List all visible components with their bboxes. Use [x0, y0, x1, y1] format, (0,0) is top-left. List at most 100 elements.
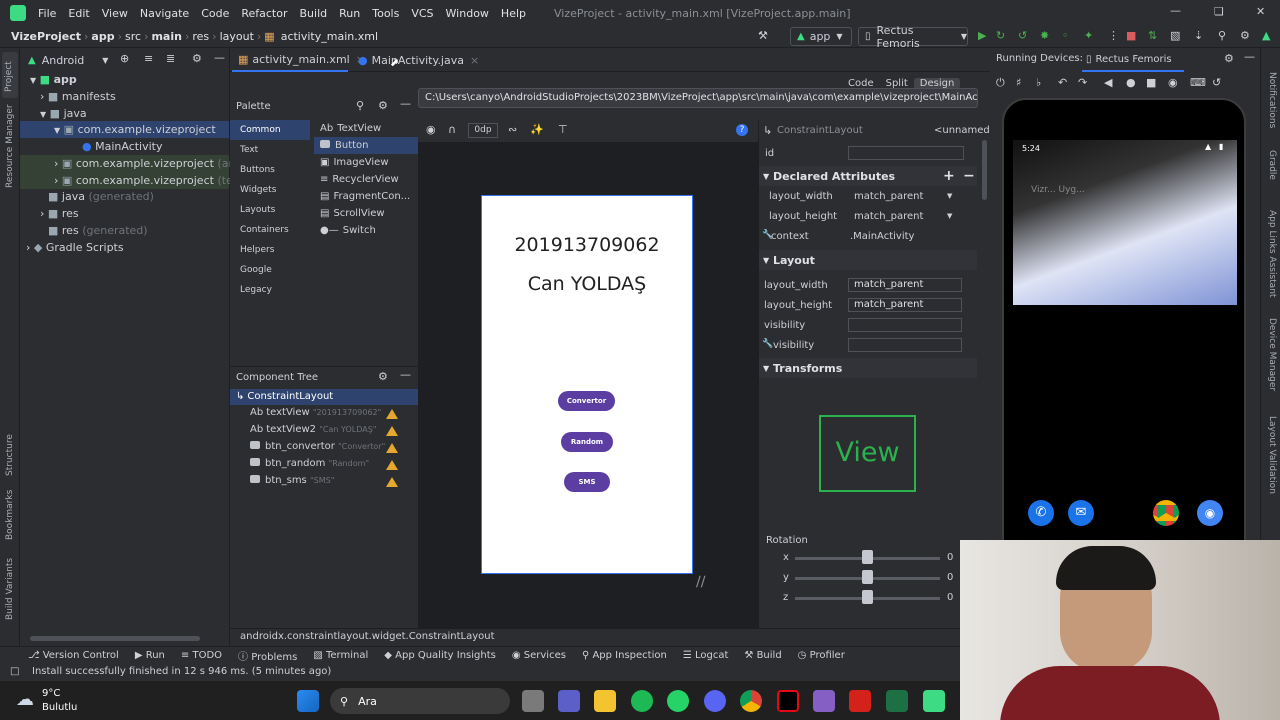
palette-item-textview[interactable]: Ab TextView [314, 120, 418, 137]
layout-height-dropdown[interactable]: match_parent [848, 298, 962, 312]
horizontal-scrollbar[interactable] [30, 636, 200, 641]
netflix-icon[interactable] [777, 690, 799, 712]
phone-app-icon[interactable]: ✆ [1028, 500, 1054, 526]
slider-thumb[interactable] [862, 550, 873, 564]
resize-handle-icon[interactable]: ∕∕ [696, 574, 705, 590]
attach-debugger-icon[interactable]: ✦ [1084, 29, 1093, 42]
component-row[interactable]: Ab textView2 "Can YOLDAŞ" [250, 424, 376, 435]
remove-icon[interactable]: − [963, 168, 975, 184]
menu-navigate[interactable]: Navigate [134, 7, 195, 20]
weather-temp[interactable]: 9°C [42, 688, 60, 699]
attr-value[interactable]: match_parent [854, 211, 923, 222]
tree-item-java[interactable]: ▼ ■ java [40, 107, 87, 120]
code-mode-button[interactable]: Code [842, 78, 880, 89]
palette-item-switch[interactable]: ●— Switch [314, 222, 418, 239]
menu-refactor[interactable]: Refactor [235, 7, 293, 20]
breadcrumb-app[interactable]: app [88, 30, 117, 43]
tree-item-java-generated[interactable]: ■ java (generated) [48, 190, 154, 203]
palette-item-imageview[interactable]: ▣ ImageView [314, 154, 418, 171]
attr-value[interactable]: .MainActivity [850, 231, 914, 242]
menu-help[interactable]: Help [495, 7, 532, 20]
weather-desc[interactable]: Bulutlu [42, 702, 77, 713]
spotify-icon[interactable] [631, 690, 653, 712]
hide-panel-icon[interactable]: — [400, 97, 411, 110]
run-tool[interactable]: ▶ Run [127, 650, 173, 661]
phone-screen[interactable]: 5:24 ▲ ▮ Vizr... Uyg... ✆ ✉ ◉ [1013, 140, 1237, 600]
stop-icon[interactable]: ■ [1126, 29, 1136, 42]
tree-root-row[interactable]: ↳ ConstraintLayout [230, 389, 418, 405]
sdk-manager-icon[interactable]: ⇣ [1194, 29, 1203, 42]
services-tool[interactable]: ◉ Services [504, 650, 574, 661]
warning-icon[interactable] [386, 460, 398, 470]
category-buttons[interactable]: Buttons [230, 160, 310, 180]
taskbar-search[interactable]: ⚲ Ara [330, 688, 510, 714]
collapse-all-icon[interactable]: ≣ [166, 52, 175, 65]
menu-edit[interactable]: Edit [62, 7, 95, 20]
settings-icon[interactable]: ⚙ [1224, 52, 1234, 65]
hide-panel-icon[interactable]: — [1244, 50, 1255, 63]
warning-icon[interactable] [386, 426, 398, 436]
tab-activity-main[interactable]: ▦ activity_main.xml × [232, 48, 365, 72]
debug-icon[interactable]: ✸ [1040, 29, 1049, 42]
category-legacy[interactable]: Legacy [230, 280, 310, 300]
clear-constraints-icon[interactable]: ∾ [508, 123, 517, 136]
device-manager-tool-label[interactable]: Device Manager [1267, 318, 1277, 391]
module-selector[interactable]: ▲ app ▼ [790, 27, 852, 46]
component-row[interactable]: Ab textView "201913709062" [250, 407, 381, 418]
expand-all-icon[interactable]: ≡ [144, 52, 153, 65]
device-tab[interactable]: ▯ Rectus Femoris [1082, 48, 1184, 72]
build-tool[interactable]: ⚒ Build [736, 650, 789, 661]
default-margin-field[interactable]: 0dp [468, 123, 498, 138]
device-mirror-icon[interactable]: ▧ [1170, 29, 1180, 42]
settings-icon[interactable]: ⚙ [378, 370, 388, 383]
component-row[interactable]: btn_convertor "Convertor" [250, 441, 385, 452]
apply-changes-icon[interactable]: ↻ [996, 29, 1005, 42]
breadcrumb-layout[interactable]: layout [217, 30, 257, 43]
breadcrumb-project[interactable]: VizeProject [8, 30, 84, 43]
layout-validation-tool-label[interactable]: Layout Validation [1267, 416, 1277, 494]
acrobat-icon[interactable] [849, 690, 871, 712]
settings-icon[interactable]: ⚙ [1240, 29, 1250, 42]
visibility-dropdown[interactable] [848, 318, 962, 332]
menu-vcs[interactable]: VCS [405, 7, 439, 20]
hide-panel-icon[interactable]: — [400, 368, 411, 381]
tree-item-android-test[interactable]: › ▣ com.example.vizeproject (androi [54, 157, 257, 170]
warning-icon[interactable] [386, 409, 398, 419]
refresh-icon[interactable]: ↺ [1018, 29, 1027, 42]
tools-visibility-dropdown[interactable] [848, 338, 962, 352]
category-text[interactable]: Text [230, 140, 310, 160]
guidelines-icon[interactable]: ⊤ [558, 123, 568, 136]
sync-icon[interactable]: ⇅ [1148, 29, 1157, 42]
component-row[interactable]: btn_sms "SMS" [250, 475, 334, 486]
chevron-down-icon[interactable]: ▼ [947, 212, 952, 220]
more-actions-icon[interactable]: ⋮ [1108, 29, 1119, 42]
search-icon[interactable]: ⚲ [1218, 29, 1226, 42]
windows-start-icon[interactable] [297, 690, 319, 712]
teams-icon[interactable] [558, 690, 580, 712]
gradle-tool-label[interactable]: Gradle [1267, 150, 1277, 180]
whatsapp-icon[interactable] [667, 690, 689, 712]
tree-item-package[interactable]: ▼ ▣ com.example.vizeproject [54, 123, 216, 136]
slider-thumb[interactable] [862, 570, 873, 584]
settings-icon[interactable]: ⚙ [378, 99, 388, 112]
add-icon[interactable]: + [943, 168, 955, 184]
magnet-icon[interactable]: ∩ [448, 123, 456, 136]
id-field[interactable] [848, 146, 964, 160]
split-mode-button[interactable]: Split [880, 78, 914, 89]
file-explorer-icon[interactable] [594, 690, 616, 712]
breadcrumb-file[interactable]: activity_main.xml [278, 30, 381, 43]
menu-file[interactable]: File [32, 7, 62, 20]
layout-section-header[interactable]: ▼ Layout [759, 250, 977, 270]
rotate-left-icon[interactable]: ↶ [1058, 76, 1067, 89]
notifications-tool-label[interactable]: Notifications [1267, 72, 1277, 128]
palette-item-fragment[interactable]: ▤ FragmentCon... [314, 188, 418, 205]
preview-name-text[interactable]: Can YOLDAŞ [482, 273, 692, 295]
hide-panel-icon[interactable]: — [214, 51, 225, 64]
preview-number-text[interactable]: 201913709062 [482, 234, 692, 256]
close-tab-icon[interactable]: × [470, 54, 479, 67]
breadcrumb-src[interactable]: src [122, 30, 144, 43]
discord-icon[interactable] [704, 690, 726, 712]
app-quality-tool[interactable]: ◆ App Quality Insights [376, 650, 504, 661]
tree-item-res-generated[interactable]: ■ res (generated) [48, 224, 148, 237]
camera-app-icon[interactable]: ◉ [1197, 500, 1223, 526]
